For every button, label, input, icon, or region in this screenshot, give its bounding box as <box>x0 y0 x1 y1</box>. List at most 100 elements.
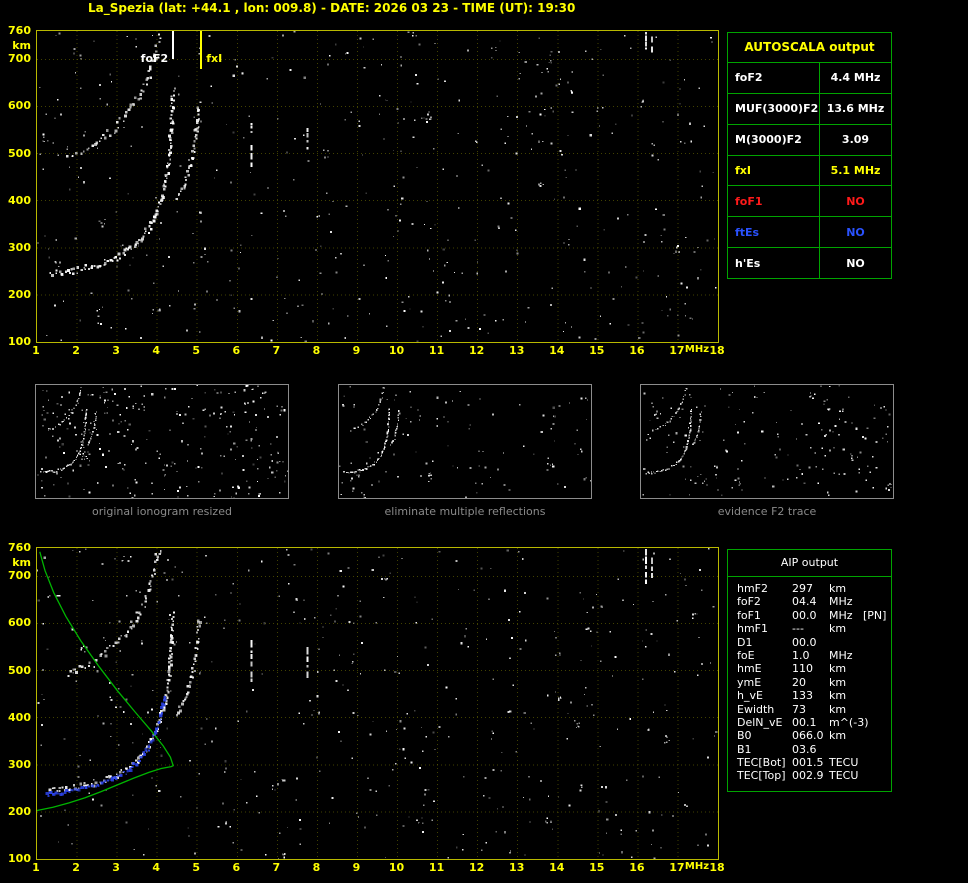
x-axis-unit-label: MHz <box>684 861 710 872</box>
thumbnail-caption-eliminate: eliminate multiple reflections <box>384 505 546 518</box>
x-axis-tick-3: 3 <box>112 344 120 357</box>
x-axis-tick-16: 16 <box>629 344 645 357</box>
aip-param-label: foE <box>737 648 755 662</box>
aip-param-value: 00.0 <box>792 635 817 649</box>
x-axis-tick-13: 13 <box>509 861 525 874</box>
x-axis-tick-7: 7 <box>272 344 281 357</box>
param-label: fxI <box>728 155 820 186</box>
aip-row-hmF1: hmF1 --- km <box>737 622 891 635</box>
x-axis-tick-12: 12 <box>468 344 485 357</box>
param-value: 4.4 MHz <box>830 71 881 85</box>
aip-param-extra <box>863 676 891 689</box>
aip-param-label: hmF2 <box>737 582 769 595</box>
x-axis-tick-4: 4 <box>152 861 160 874</box>
y-axis-unit-label: km <box>12 556 31 569</box>
param-value: NO <box>846 256 865 270</box>
autoscala-output-title: AUTOSCALA output <box>728 33 891 63</box>
main-ionogram-y-axis: 760 700 600 500 400 300 200 100 km <box>0 24 33 360</box>
x-axis-tick-13: 13 <box>509 344 525 357</box>
svg-text:fxI: fxI <box>206 52 222 65</box>
x-axis-tick-10: 10 <box>388 344 405 357</box>
x-axis-tick-11: 11 <box>428 344 445 357</box>
aip-param-value: 73 <box>792 702 806 716</box>
aip-param-value: 1.0 <box>792 648 810 662</box>
aip-param-value: 066.0 <box>792 729 824 743</box>
aip-param-label: foF1 <box>737 608 761 622</box>
aip-row-B1: B1 03.6 <box>737 743 891 756</box>
param-value: 13.6 MHz <box>826 102 885 116</box>
autoscala-window: La_Spezia (lat: +44.1 , lon: 009.8) - DA… <box>0 0 968 883</box>
aip-param-value: 002.9 <box>792 769 824 783</box>
table-row-muf3000f2: MUF(3000)F2 13.6 MHz <box>728 93 891 125</box>
aip-param-extra <box>863 649 891 662</box>
x-axis-tick-6: 6 <box>232 344 241 357</box>
aip-param-extra <box>863 595 891 608</box>
y-axis-tick-400: 400 <box>8 710 31 724</box>
aip-param-extra <box>863 662 891 675</box>
aip-param-value: 001.5 <box>792 756 824 770</box>
x-axis-tick-9: 9 <box>352 344 361 357</box>
x-axis-tick-7: 7 <box>272 861 281 874</box>
y-axis-tick-600: 600 <box>8 616 31 630</box>
param-value: NO <box>846 225 865 239</box>
aip-output-panel: AIP output hmF2 297 km foF2 04.4 MHz foF1 00.0 M… <box>727 549 892 792</box>
aip-row-B0: B0 066.0 km <box>737 729 891 742</box>
aip-row-Ewidth: Ewidth 73 km <box>737 703 891 716</box>
aip-param-unit <box>829 743 863 756</box>
aip-param-label: B0 <box>737 729 752 743</box>
aip-param-value: 00.1 <box>792 715 817 729</box>
aip-param-label: ymE <box>737 675 762 689</box>
aip-param-label: hmF1 <box>737 622 769 636</box>
aip-param-extra <box>863 769 891 782</box>
x-axis-unit-label: MHz <box>684 344 710 355</box>
y-axis-tick-200: 200 <box>8 804 31 818</box>
svg-text:foF2: foF2 <box>141 52 169 65</box>
aip-param-label: TEC[Bot] <box>737 756 786 770</box>
x-axis-tick-8: 8 <box>312 344 321 357</box>
aip-param-value: 03.6 <box>792 742 817 756</box>
aip-param-extra <box>863 703 891 716</box>
x-axis-tick-5: 5 <box>192 344 201 357</box>
aip-param-extra <box>863 743 891 756</box>
aip-param-label: B1 <box>737 742 752 756</box>
y-axis-tick-200: 200 <box>8 287 31 301</box>
table-row-m3000f2: M(3000)F2 3.09 <box>728 124 891 156</box>
aip-row-foF2: foF2 04.4 MHz <box>737 595 891 608</box>
thumbnail-original-ionogram <box>35 384 289 499</box>
aip-param-unit: km <box>829 729 847 743</box>
aip-param-label: h_vE <box>737 689 763 703</box>
x-axis-tick-12: 12 <box>468 861 485 874</box>
table-row-hes: h'Es NO <box>728 248 891 279</box>
aip-row-D1: D1 00.0 <box>737 636 891 649</box>
thumbnail-evidence-f2 <box>640 384 894 499</box>
aip-param-unit: km <box>829 622 847 636</box>
aip-param-extra <box>863 729 891 742</box>
param-label: foF2 <box>728 63 820 93</box>
aip-param-unit: km <box>829 689 847 703</box>
table-row-fof1: foF1 NO <box>728 186 891 218</box>
param-label: h'Es <box>728 248 820 279</box>
thumbnail-original-canvas <box>37 385 288 498</box>
main-ionogram-x-axis: 1 2 3 4 5 6 7 8 9 10 11 12 13 14 15 16 17 18 MHz <box>32 344 756 360</box>
aip-param-unit: MHz <box>829 608 853 622</box>
x-axis-tick-2: 2 <box>72 344 80 357</box>
param-label: ftEs <box>728 217 820 248</box>
param-label: foF1 <box>728 186 820 217</box>
aip-param-extra: [PN] <box>863 608 887 622</box>
x-axis-tick-3: 3 <box>112 861 120 874</box>
x-axis-tick-2: 2 <box>72 861 80 874</box>
x-axis-tick-16: 16 <box>629 861 645 874</box>
x-axis-tick-15: 15 <box>589 861 605 874</box>
y-axis-tick-700: 700 <box>8 52 31 66</box>
x-axis-tick-5: 5 <box>192 861 201 874</box>
param-value: 5.1 MHz <box>830 164 881 177</box>
x-axis-tick-1: 1 <box>32 861 40 874</box>
aip-row-h_vE: h_vE 133 km <box>737 689 891 702</box>
aip-param-value: 00.0 <box>792 608 817 622</box>
y-axis-tick-760: 760 <box>8 24 31 37</box>
y-axis-tick-500: 500 <box>8 663 31 677</box>
aip-param-value: 133 <box>792 689 813 703</box>
thumbnail-evidence-canvas <box>642 385 893 496</box>
aip-param-extra <box>863 716 891 729</box>
aip-param-unit: m^(-3) <box>829 715 869 729</box>
